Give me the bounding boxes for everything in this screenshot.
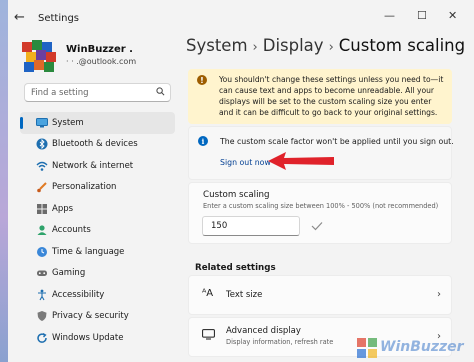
sidebar-item-label: Apps [52, 203, 74, 214]
system-icon [36, 117, 48, 129]
sidebar-item-privacy-security[interactable]: Privacy & security [20, 306, 175, 328]
settings-window: ← Settings — ☐ ✕ WinBuzzer . · · .@outlo… [8, 0, 474, 362]
maximize-button[interactable]: ☐ [417, 9, 427, 22]
watermark: WinBuzzer [356, 335, 474, 359]
text-size-row[interactable]: ᴬA Text size › [188, 275, 452, 315]
text-size-icon: ᴬA [202, 288, 214, 299]
breadcrumb-separator: › [252, 40, 258, 55]
shield-icon [36, 310, 48, 322]
breadcrumb-display[interactable]: Display [263, 36, 324, 55]
sidebar-item-label: Network & internet [52, 160, 134, 171]
watermark-text: WinBuzzer [380, 339, 464, 355]
bluetooth-icon [36, 138, 48, 150]
search-icon[interactable] [156, 87, 165, 96]
sidebar-item-windows-update[interactable]: Windows Update [20, 327, 175, 349]
sidebar-item-label: Time & language [52, 246, 125, 257]
sidebar-item-gaming[interactable]: Gaming [20, 263, 175, 285]
accessibility-icon [36, 289, 48, 301]
sidebar-item-bluetooth[interactable]: Bluetooth & devices [20, 134, 175, 156]
apps-icon [36, 203, 48, 215]
sidebar-item-label: Personalization [52, 182, 117, 193]
red-arrow-annotation [268, 152, 334, 170]
sidebar-item-network[interactable]: Network & internet [20, 155, 175, 177]
checkmark-icon[interactable] [311, 221, 323, 231]
sidebar-item-label: Privacy & security [52, 311, 129, 322]
sidebar-item-time-language[interactable]: Time & language [20, 241, 175, 263]
page-title: Custom scaling [338, 36, 466, 55]
sidebar-item-accessibility[interactable]: Accessibility [20, 284, 175, 306]
custom-scaling-description: Enter a custom scaling size between 100%… [203, 202, 439, 210]
user-name: WinBuzzer . [66, 44, 133, 55]
chevron-right-icon: › [437, 289, 441, 300]
scaling-size-input[interactable] [202, 216, 300, 236]
sidebar-item-accounts[interactable]: Accounts [20, 220, 175, 242]
warning-icon: ! [197, 75, 207, 85]
avatar[interactable] [20, 38, 58, 76]
info-icon: i [198, 136, 208, 146]
related-settings-heading: Related settings [195, 263, 276, 273]
gaming-icon [36, 267, 48, 279]
monitor-icon [202, 329, 215, 340]
search-box[interactable] [24, 83, 171, 102]
breadcrumb-separator: › [328, 40, 334, 55]
sidebar-item-apps[interactable]: Apps [20, 198, 175, 220]
breadcrumb-system[interactable]: System [186, 36, 248, 55]
user-email: · · .@outlook.com [66, 57, 137, 66]
sidebar-item-system[interactable]: System [20, 112, 175, 134]
time-icon [36, 246, 48, 258]
advanced-display-subtitle: Display information, refresh rate [226, 338, 334, 346]
back-arrow-icon[interactable]: ← [14, 10, 25, 25]
custom-scaling-card: Custom scaling Enter a custom scaling si… [188, 182, 452, 244]
sidebar-item-label: System [52, 117, 84, 128]
minimize-button[interactable]: — [384, 9, 395, 22]
accounts-icon [36, 224, 48, 236]
sidebar-item-label: Bluetooth & devices [52, 139, 138, 150]
desktop-background [0, 0, 8, 362]
sidebar-nav: System Bluetooth & devices Network & int… [20, 112, 175, 349]
sidebar-item-label: Accounts [52, 225, 91, 236]
title-bar: ← Settings — ☐ ✕ [8, 0, 474, 32]
advanced-display-label: Advanced display [226, 326, 301, 336]
custom-scaling-title: Custom scaling [203, 190, 270, 200]
breadcrumb: System › Display › Custom scaling [186, 36, 465, 55]
sidebar-item-label: Accessibility [52, 289, 105, 300]
sidebar-item-label: Windows Update [52, 332, 124, 343]
warning-banner: ! You shouldn't change these settings un… [188, 69, 452, 124]
search-input[interactable] [31, 86, 151, 99]
window-title: Settings [38, 13, 80, 24]
sidebar-item-label: Gaming [52, 268, 86, 279]
info-text: The custom scale factor won't be applied… [220, 137, 454, 146]
update-icon [36, 332, 48, 344]
brush-icon [36, 181, 48, 193]
sidebar-item-personalization[interactable]: Personalization [20, 177, 175, 199]
warning-text: You shouldn't change these settings unle… [219, 75, 444, 117]
close-button[interactable]: ✕ [448, 9, 457, 22]
network-icon [36, 160, 48, 172]
watermark-logo-icon [357, 338, 377, 358]
text-size-label: Text size [226, 290, 263, 300]
